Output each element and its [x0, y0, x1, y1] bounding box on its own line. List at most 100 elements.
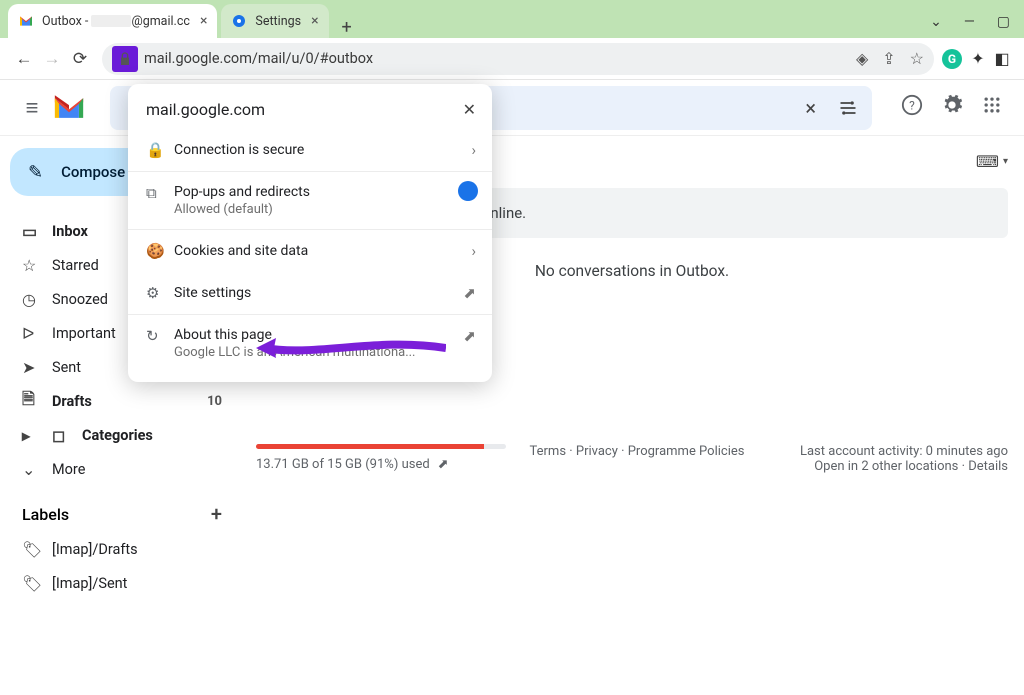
popup-label: Site settings — [174, 285, 251, 301]
activity-line: Last account activity: 0 minutes ago — [768, 444, 1008, 459]
sidepanel-icon[interactable]: ◧ — [990, 49, 1014, 68]
chevron-right-icon: ▸ — [22, 426, 52, 445]
tab-settings[interactable]: Settings × — [221, 4, 328, 38]
url-text: mail.google.com/mail/u/0/#outbox — [144, 50, 373, 67]
clear-search-icon[interactable]: × — [805, 96, 816, 120]
popup-row-cookies[interactable]: 🍪 Cookies and site data › — [128, 230, 492, 272]
reload-icon[interactable]: ⟳ — [66, 49, 94, 69]
sidebar-item-drafts[interactable]: 🗎 Drafts 10 — [0, 384, 240, 418]
gear-icon: ⚙ — [146, 284, 174, 302]
popup-row-secure[interactable]: 🔒 Connection is secure › — [128, 129, 492, 171]
storage-quota: 13.71 GB of 15 GB (91%) used ⬈ — [256, 444, 506, 472]
help-icon[interactable]: ? — [892, 94, 932, 121]
sent-icon: ➤ — [22, 358, 52, 377]
tab-title: Settings — [255, 14, 301, 29]
maximize-icon[interactable]: ▢ — [997, 14, 1010, 30]
refresh-info-icon: ↻ — [146, 327, 174, 345]
tag-icon: ◻ — [52, 426, 82, 445]
chevron-down-icon[interactable]: ⌄ — [930, 14, 942, 30]
settings-icon[interactable] — [932, 94, 972, 121]
popup-icon: ⧉ — [146, 184, 174, 202]
label-icon: 🏷 — [22, 540, 52, 559]
empty-text: No conversations in Outbox. — [535, 262, 729, 280]
input-tools-icon[interactable]: ⌨ — [976, 152, 999, 171]
sidebar-item-more[interactable]: ⌄ More — [0, 452, 240, 486]
footer: 13.71 GB of 15 GB (91%) used ⬈ Terms · P… — [256, 444, 1008, 474]
label-item[interactable]: 🏷 [Imap]/Drafts — [0, 532, 240, 566]
popup-row-site-settings[interactable]: ⚙ Site settings ⬈ — [128, 272, 492, 314]
sidebar-label: Categories — [82, 427, 153, 444]
popup-sublabel: Google LLC is an American multinationa..… — [174, 345, 415, 360]
forward-icon[interactable]: → — [38, 49, 66, 69]
omnibox[interactable]: mail.google.com/mail/u/0/#outbox ◈ ⇪ ☆ — [102, 43, 934, 75]
popup-row-popups[interactable]: ⧉ Pop-ups and redirects Allowed (default… — [128, 172, 492, 229]
share-icon[interactable]: ⇪ — [882, 49, 895, 68]
extensions-icon[interactable]: ✦ — [966, 49, 990, 68]
popup-sublabel: Allowed (default) — [174, 202, 310, 217]
sidebar-label: Starred — [52, 257, 99, 274]
open-link-icon: ⬈ — [463, 327, 476, 345]
tab-gmail[interactable]: Outbox - @gmail.cc × — [8, 4, 217, 38]
chevron-right-icon: › — [471, 141, 476, 159]
minimize-icon[interactable]: — — [964, 14, 975, 30]
popup-domain: mail.google.com — [146, 100, 265, 119]
gmail-favicon — [18, 13, 34, 29]
drafts-count: 10 — [207, 394, 222, 409]
important-icon: ᐅ — [22, 324, 52, 343]
menu-icon[interactable]: ≡ — [12, 95, 52, 121]
star-icon: ☆ — [22, 256, 52, 275]
open-link-icon[interactable]: ⬈ — [438, 457, 449, 472]
labels-title: Labels — [22, 505, 69, 524]
popup-label: Pop-ups and redirects — [174, 184, 310, 200]
lock-icon: 🔒 — [146, 141, 174, 159]
compose-label: Compose — [61, 163, 125, 181]
footer-policies[interactable]: Terms · Privacy · Programme Policies — [526, 444, 748, 459]
apps-icon[interactable] — [972, 95, 1012, 120]
gmail-logo[interactable] — [52, 95, 86, 121]
label-item[interactable]: 🏷 [Imap]/Sent — [0, 566, 240, 600]
new-tab-button[interactable]: + — [333, 17, 361, 38]
footer-activity: Last account activity: 0 minutes ago Ope… — [768, 444, 1008, 474]
browser-titlebar: Outbox - @gmail.cc × Settings × + ⌄ — ▢ — [0, 0, 1024, 38]
sidebar-item-categories[interactable]: ▸ ◻ Categories — [0, 418, 240, 452]
add-label-icon[interactable]: + — [211, 502, 222, 526]
quota-fill — [256, 444, 484, 449]
sidebar-label: Important — [52, 325, 116, 342]
redacted-text — [91, 15, 131, 27]
tab-title: Outbox - @gmail.cc — [42, 14, 190, 29]
close-icon[interactable]: ✕ — [463, 100, 476, 119]
popup-label: About this page — [174, 327, 415, 343]
site-info-button[interactable] — [112, 46, 138, 72]
label-icon: 🏷 — [22, 574, 52, 593]
popup-label: Connection is secure — [174, 142, 304, 158]
grammarly-icon[interactable]: G — [942, 49, 966, 69]
popup-label: Cookies and site data — [174, 243, 308, 259]
sidebar-label: Sent — [52, 359, 81, 376]
labels-header: Labels + — [0, 486, 240, 532]
activity-line[interactable]: Open in 2 other locations · Details — [768, 459, 1008, 474]
cookie-icon: 🍪 — [146, 242, 174, 260]
eye-icon[interactable]: ◈ — [856, 49, 868, 68]
star-icon[interactable]: ☆ — [910, 49, 924, 68]
sidebar-label: Snoozed — [52, 291, 108, 308]
chevron-right-icon: › — [471, 242, 476, 260]
tab-close-icon[interactable]: × — [311, 13, 318, 29]
site-info-popup: mail.google.com ✕ 🔒 Connection is secure… — [128, 84, 492, 382]
chevron-down-icon: ⌄ — [22, 460, 52, 479]
label-text: [Imap]/Drafts — [52, 541, 138, 558]
dropdown-icon[interactable]: ▾ — [1003, 156, 1008, 167]
open-link-icon: ⬈ — [463, 284, 476, 302]
sidebar-label: More — [52, 461, 85, 478]
popup-row-about[interactable]: ↻ About this page Google LLC is an Ameri… — [128, 315, 492, 372]
label-text: [Imap]/Sent — [52, 575, 127, 592]
sidebar-label: Inbox — [52, 223, 88, 240]
quota-text: 13.71 GB of 15 GB (91%) used — [256, 457, 430, 472]
sidebar-label: Drafts — [52, 393, 92, 410]
file-icon: 🗎 — [22, 388, 52, 415]
tab-close-icon[interactable]: × — [200, 13, 207, 29]
search-options-icon[interactable] — [838, 98, 858, 123]
address-bar: ← → ⟳ mail.google.com/mail/u/0/#outbox ◈… — [0, 38, 1024, 80]
back-icon[interactable]: ← — [10, 49, 38, 69]
quota-bar — [256, 444, 506, 449]
settings-favicon — [231, 13, 247, 29]
